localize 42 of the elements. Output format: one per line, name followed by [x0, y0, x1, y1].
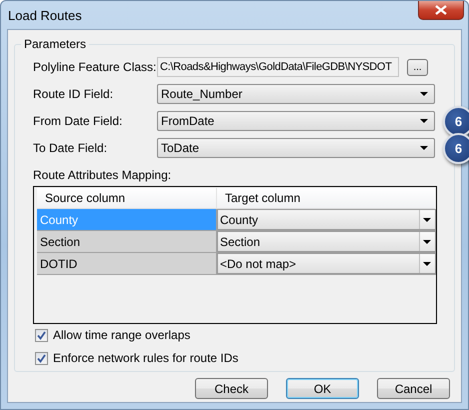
checkbox[interactable]: [35, 352, 48, 364]
window-title: Load Routes: [7, 8, 82, 22]
target-dropdown[interactable]: <Do not map>: [217, 253, 436, 274]
table-cell[interactable]: Section: [37, 231, 217, 252]
caret-icon: [419, 254, 435, 273]
target-dropdown[interactable]: County: [217, 209, 436, 230]
caret-icon: [420, 119, 428, 123]
dropdown-value: Route_Number: [161, 87, 242, 101]
dialog-button[interactable]: Cancel: [377, 378, 450, 399]
step-badge: 6: [443, 133, 469, 164]
close-icon: [435, 5, 447, 15]
dropdown-value: ToDate: [161, 141, 200, 155]
path-field[interactable]: C:\Roads&Highways\GoldData\FileGDB\NYSDOT: [157, 57, 399, 77]
field-label: From Date Field:: [33, 114, 124, 128]
table-cell[interactable]: DOTID: [37, 253, 217, 274]
caret-icon: [419, 232, 435, 251]
dropdown[interactable]: Route_Number: [157, 84, 435, 104]
close-button[interactable]: [418, 1, 464, 20]
group-title: Parameters: [21, 37, 90, 51]
caret-icon: [420, 146, 428, 150]
dropdown-value: FromDate: [161, 114, 214, 128]
caret-icon: [420, 92, 428, 96]
dropdown[interactable]: ToDate: [157, 138, 435, 158]
checkbox-label: Allow time range overlaps: [53, 328, 190, 342]
mapping-label: Route Attributes Mapping:: [33, 168, 172, 182]
checkbox-label: Enforce network rules for route IDs: [53, 351, 238, 365]
step-badge: 6: [443, 106, 469, 137]
column-header[interactable]: Source column: [37, 188, 217, 208]
caret-icon: [419, 210, 435, 229]
dialog-button[interactable]: Check: [195, 378, 268, 399]
column-header[interactable]: Target column: [217, 188, 435, 208]
field-label: Route ID Field:: [33, 87, 114, 101]
field-label: To Date Field:: [33, 141, 108, 155]
browse-button[interactable]: ...: [407, 58, 428, 76]
field-label: Polyline Feature Class:: [33, 60, 157, 74]
dialog-button[interactable]: OK: [286, 378, 359, 399]
dropdown-value: <Do not map>: [220, 256, 296, 270]
checkbox[interactable]: [35, 328, 48, 342]
dropdown-value: County: [220, 212, 258, 226]
dropdown[interactable]: FromDate: [157, 111, 435, 131]
target-dropdown[interactable]: Section: [217, 231, 436, 252]
dropdown-value: Section: [220, 234, 260, 248]
